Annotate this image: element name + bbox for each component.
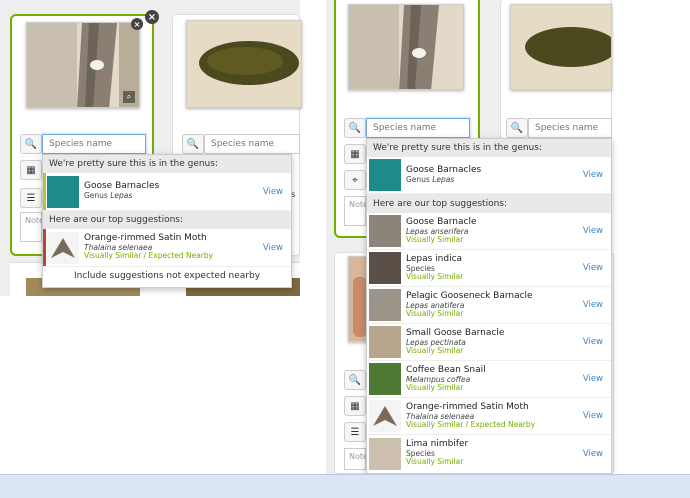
suggestion-row[interactable]: Coffee Bean Snail Melampus coffea Visual… [367, 361, 611, 398]
view-link[interactable]: View [263, 243, 283, 253]
autocomplete-dropdown: We're pretty sure this is in the genus: … [366, 138, 612, 474]
genus-header-text: We're pretty sure this is in the genus: [49, 159, 218, 169]
suggestion-row[interactable]: Orange-rimmed Satin Moth Thalaina selena… [43, 229, 291, 267]
view-link[interactable]: View [583, 263, 603, 273]
result-sci: Genus Lepas [84, 191, 133, 201]
species-name-input-2[interactable] [528, 118, 612, 138]
view-link[interactable]: View [583, 300, 603, 310]
species-name-input-2[interactable] [204, 134, 300, 154]
view-link[interactable]: View [263, 187, 283, 197]
observation-photo-barnacle[interactable] [348, 4, 464, 90]
view-link[interactable]: View [583, 170, 603, 180]
suggestion-row[interactable]: Pelagic Gooseneck Barnacle Lepas anatife… [367, 287, 611, 324]
observation-photo-barnacle[interactable]: ⌕ [26, 22, 140, 108]
view-link[interactable]: View [583, 449, 603, 459]
genus-result-row[interactable]: Goose Barnacles Genus Lepas View [43, 173, 291, 211]
suggestions-header-text: Here are our top suggestions: [49, 215, 184, 225]
notes-field[interactable]: Note [344, 448, 368, 470]
shell-thumb [369, 437, 401, 470]
result-tag: Visually Similar [406, 271, 464, 281]
zoom-icon[interactable]: ⌕ [123, 91, 135, 103]
map-marker-icon[interactable]: ⌖ [344, 170, 366, 190]
list-icon[interactable]: ☰ [20, 188, 42, 208]
genus-header: We're pretty sure this is in the genus: [367, 139, 611, 157]
barnacle-thumb [369, 252, 401, 284]
species-name-input[interactable] [42, 134, 146, 154]
snail-thumb [369, 363, 401, 395]
genus-thumb [369, 159, 401, 191]
include-not-nearby-link[interactable]: Include suggestions not expected nearby [43, 267, 291, 285]
search-icon[interactable]: 🔍 [506, 118, 528, 138]
view-link[interactable]: View [583, 374, 603, 384]
nearby-stripe [43, 229, 46, 266]
barnacle-thumb [369, 215, 401, 247]
barnacle-thumb [369, 289, 401, 321]
notes-field[interactable]: Note [344, 196, 368, 226]
suggestions-header-text: Here are our top suggestions: [373, 198, 508, 209]
result-sci: Genus Lepas [406, 174, 455, 184]
search-icon[interactable]: 🔍 [344, 370, 366, 390]
suggestion-row[interactable]: Goose Barnacle Lepas anserifera Visually… [367, 213, 611, 250]
suggestion-row[interactable]: Orange-rimmed Satin Moth Thalaina selena… [367, 398, 611, 435]
species-name-input[interactable] [366, 118, 470, 138]
genus-header-text: We're pretty sure this is in the genus: [373, 143, 542, 153]
suggestions-header: Here are our top suggestions: [43, 211, 291, 229]
taskbar [0, 474, 690, 498]
view-link[interactable]: View [583, 411, 603, 421]
list-icon[interactable]: ☰ [344, 422, 366, 442]
calendar-icon[interactable]: ▦ [20, 160, 42, 180]
notes-field[interactable]: Notes [20, 212, 48, 242]
result-tag: Visually Similar [406, 308, 464, 318]
genus-result-row[interactable]: Goose Barnacles Genus Lepas View [367, 157, 611, 194]
close-icon[interactable]: × [131, 18, 143, 30]
result-tag: Visually Similar [406, 234, 464, 244]
result-tag: Visually Similar [406, 457, 464, 467]
result-tag: Visually Similar / Expected Nearby [84, 251, 214, 261]
genus-header: We're pretty sure this is in the genus: [43, 155, 291, 173]
search-icon[interactable]: 🔍 [344, 118, 366, 138]
autocomplete-dropdown: We're pretty sure this is in the genus: … [42, 154, 292, 288]
suggestion-row[interactable]: Lima nimbifer Species Visually Similar V… [367, 435, 611, 472]
suggestion-row[interactable]: Lepas indica Species Visually Similar Vi… [367, 250, 611, 287]
calendar-icon[interactable]: ▦ [344, 396, 366, 416]
close-icon[interactable]: × [145, 10, 159, 24]
genus-thumb [47, 175, 79, 208]
view-link[interactable]: View [583, 337, 603, 347]
moth-thumb [47, 231, 79, 264]
barnacle-thumb [369, 326, 401, 358]
view-link[interactable]: View [583, 226, 603, 236]
result-tag: Visually Similar / Expected Nearby [406, 419, 536, 429]
search-icon[interactable]: 🔍 [20, 134, 42, 154]
result-tag: Visually Similar [406, 345, 464, 355]
observation-photo-seaweed[interactable] [510, 4, 612, 90]
suggestions-header: Here are our top suggestions: [367, 194, 611, 213]
moth-thumb [369, 400, 401, 432]
suggestion-row[interactable]: Small Goose Barnacle Lepas pectinata Vis… [367, 324, 611, 361]
observation-photo-seaweed[interactable] [186, 20, 302, 108]
result-tag: Visually Similar [406, 382, 464, 392]
search-icon[interactable]: 🔍 [182, 134, 204, 154]
calendar-icon[interactable]: ▦ [344, 144, 366, 164]
genus-stripe [43, 173, 46, 210]
